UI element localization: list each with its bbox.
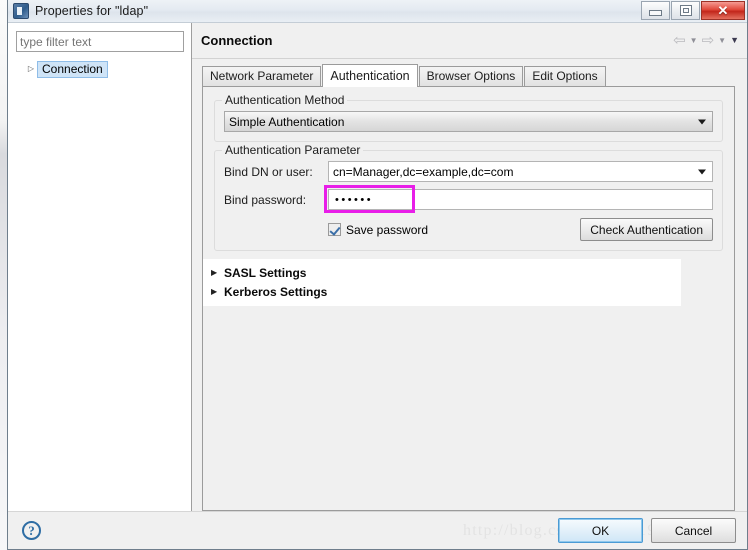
bind-dn-value: cn=Manager,dc=example,dc=com (333, 164, 514, 179)
forward-arrow-icon[interactable]: ⇨ (702, 33, 715, 48)
chevron-right-icon[interactable]: ▷ (25, 65, 37, 73)
page-title: Connection (201, 33, 273, 48)
check-authentication-button[interactable]: Check Authentication (580, 218, 713, 241)
settings-main-pane: Connection ⇦ ▼ ⇨ ▼ ▼ Network Parameter A… (192, 23, 747, 511)
navigation-controls: ⇦ ▼ ⇨ ▼ ▼ (673, 33, 739, 48)
save-password-checkbox[interactable] (328, 223, 341, 236)
bind-password-wrapper: •••••• (324, 185, 713, 213)
chevron-down-icon (698, 119, 706, 124)
tab-browser-options[interactable]: Browser Options (418, 66, 524, 86)
chevron-down-icon (698, 169, 706, 174)
page-menu-caret-icon[interactable]: ▼ (730, 36, 739, 45)
back-dropdown-caret-icon[interactable]: ▼ (690, 36, 698, 45)
dialog-body: ▷ Connection Connection ⇦ ▼ ⇨ ▼ ▼ Networ… (8, 23, 747, 511)
cancel-button[interactable]: Cancel (651, 518, 736, 543)
triangle-right-icon[interactable]: ▶ (211, 268, 224, 277)
save-password-label: Save password (346, 222, 429, 237)
bind-password-row: Bind password: •••••• (224, 185, 713, 213)
close-icon: ✕ (717, 2, 729, 18)
bind-dn-row: Bind DN or user: cn=Manager,dc=example,d… (224, 161, 713, 182)
settings-sidebar: ▷ Connection (8, 23, 192, 511)
minimize-button[interactable] (641, 1, 670, 20)
maximize-button[interactable] (671, 1, 700, 20)
section-sasl-settings[interactable]: ▶ SASL Settings (203, 263, 681, 282)
settings-tree: ▷ Connection (16, 60, 185, 78)
window-controls: ✕ (640, 1, 745, 20)
back-arrow-icon[interactable]: ⇦ (673, 33, 686, 48)
tab-bar: Network Parameter Authentication Browser… (192, 64, 747, 87)
app-icon (13, 3, 29, 19)
tree-item-label: Connection (37, 60, 108, 78)
tab-network-parameter[interactable]: Network Parameter (202, 66, 322, 86)
tab-authentication[interactable]: Authentication (322, 64, 418, 87)
filter-input[interactable] (16, 31, 184, 52)
properties-dialog: Properties for "ldap" ✕ ▷ Connection Con… (7, 0, 748, 550)
page-header: Connection ⇦ ▼ ⇨ ▼ ▼ (192, 23, 747, 59)
dialog-footer: ? http://blog.csdn.net/wy19521 OK Cancel (8, 511, 747, 549)
section-kerberos-settings[interactable]: ▶ Kerberos Settings (203, 282, 681, 301)
triangle-right-icon[interactable]: ▶ (211, 287, 224, 296)
window-left-edge (0, 0, 7, 550)
bind-dn-combo[interactable]: cn=Manager,dc=example,dc=com (328, 161, 713, 182)
expandable-sections: ▶ SASL Settings ▶ Kerberos Settings (203, 259, 681, 306)
section-sasl-settings-label: SASL Settings (224, 265, 307, 280)
tab-edit-options[interactable]: Edit Options (524, 66, 606, 86)
bind-dn-label: Bind DN or user: (224, 164, 313, 179)
ok-button[interactable]: OK (558, 518, 643, 543)
authentication-parameter-group: Authentication Parameter Bind DN or user… (214, 143, 723, 251)
help-icon[interactable]: ? (22, 521, 41, 540)
section-kerberos-settings-label: Kerberos Settings (224, 284, 328, 299)
authentication-method-group: Authentication Method Simple Authenticat… (214, 93, 723, 142)
bind-password-input[interactable]: •••••• (328, 189, 713, 210)
save-password-row: Save password Check Authentication (224, 218, 713, 241)
bind-password-label: Bind password: (224, 192, 307, 207)
authentication-parameter-legend: Authentication Parameter (222, 143, 364, 157)
dialog-buttons: OK Cancel (558, 518, 736, 543)
authentication-method-select[interactable]: Simple Authentication (224, 111, 713, 132)
authentication-method-value: Simple Authentication (229, 114, 345, 129)
authentication-method-legend: Authentication Method (222, 93, 348, 107)
window-title: Properties for "ldap" (35, 4, 149, 18)
title-bar: Properties for "ldap" ✕ (8, 0, 747, 23)
tree-item-connection[interactable]: ▷ Connection (16, 60, 185, 78)
close-button[interactable]: ✕ (701, 1, 745, 20)
authentication-tab-panel: Authentication Method Simple Authenticat… (202, 86, 735, 511)
forward-dropdown-caret-icon[interactable]: ▼ (718, 36, 726, 45)
